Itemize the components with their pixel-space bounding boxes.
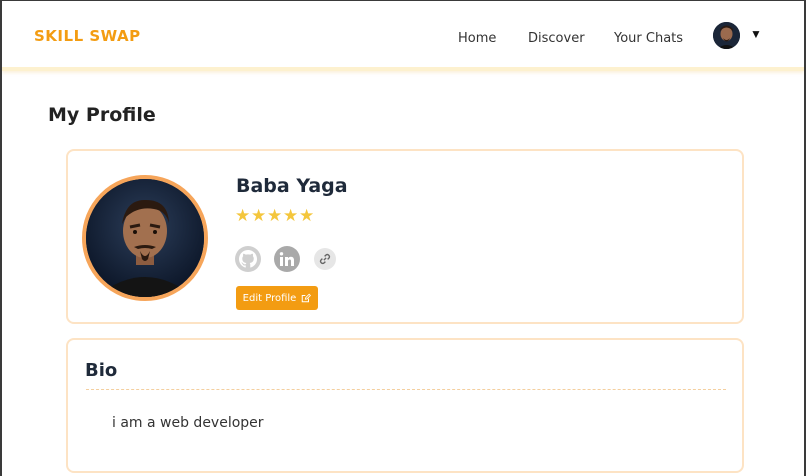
star-icon: ★ xyxy=(251,206,267,225)
nav-link-your-chats[interactable]: Your Chats xyxy=(614,31,683,46)
linkedin-icon[interactable] xyxy=(274,246,300,272)
nav-link-discover[interactable]: Discover xyxy=(528,31,585,46)
edit-icon xyxy=(302,293,312,303)
dropdown-caret-icon[interactable]: ▼ xyxy=(750,27,762,41)
rating-stars: ★★★★★ xyxy=(235,206,315,226)
bio-divider xyxy=(86,389,726,390)
star-icon: ★ xyxy=(283,206,299,225)
bio-text: i am a web developer xyxy=(112,415,264,431)
navbar: SKILL SWAP Home Discover Your Chats ▼ xyxy=(2,1,804,71)
bio-title: Bio xyxy=(85,360,118,381)
edit-profile-label: Edit Profile xyxy=(242,292,297,304)
brand-logo[interactable]: SKILL SWAP xyxy=(34,27,141,45)
profile-card: Baba Yaga ★★★★★ Edit Profile xyxy=(66,149,744,324)
nav-link-home[interactable]: Home xyxy=(458,31,496,46)
bio-card: Bio i am a web developer xyxy=(66,338,744,473)
link-icon[interactable] xyxy=(314,248,336,270)
user-name: Baba Yaga xyxy=(236,175,348,197)
github-icon[interactable] xyxy=(235,246,261,272)
star-icon: ★ xyxy=(267,206,283,225)
edit-profile-button[interactable]: Edit Profile xyxy=(236,286,318,310)
star-icon: ★ xyxy=(235,206,251,225)
profile-avatar xyxy=(82,175,208,301)
app-frame: SKILL SWAP Home Discover Your Chats ▼ My… xyxy=(0,0,806,476)
page-title: My Profile xyxy=(48,104,156,126)
star-icon: ★ xyxy=(299,206,315,225)
user-avatar-icon[interactable] xyxy=(713,22,740,49)
